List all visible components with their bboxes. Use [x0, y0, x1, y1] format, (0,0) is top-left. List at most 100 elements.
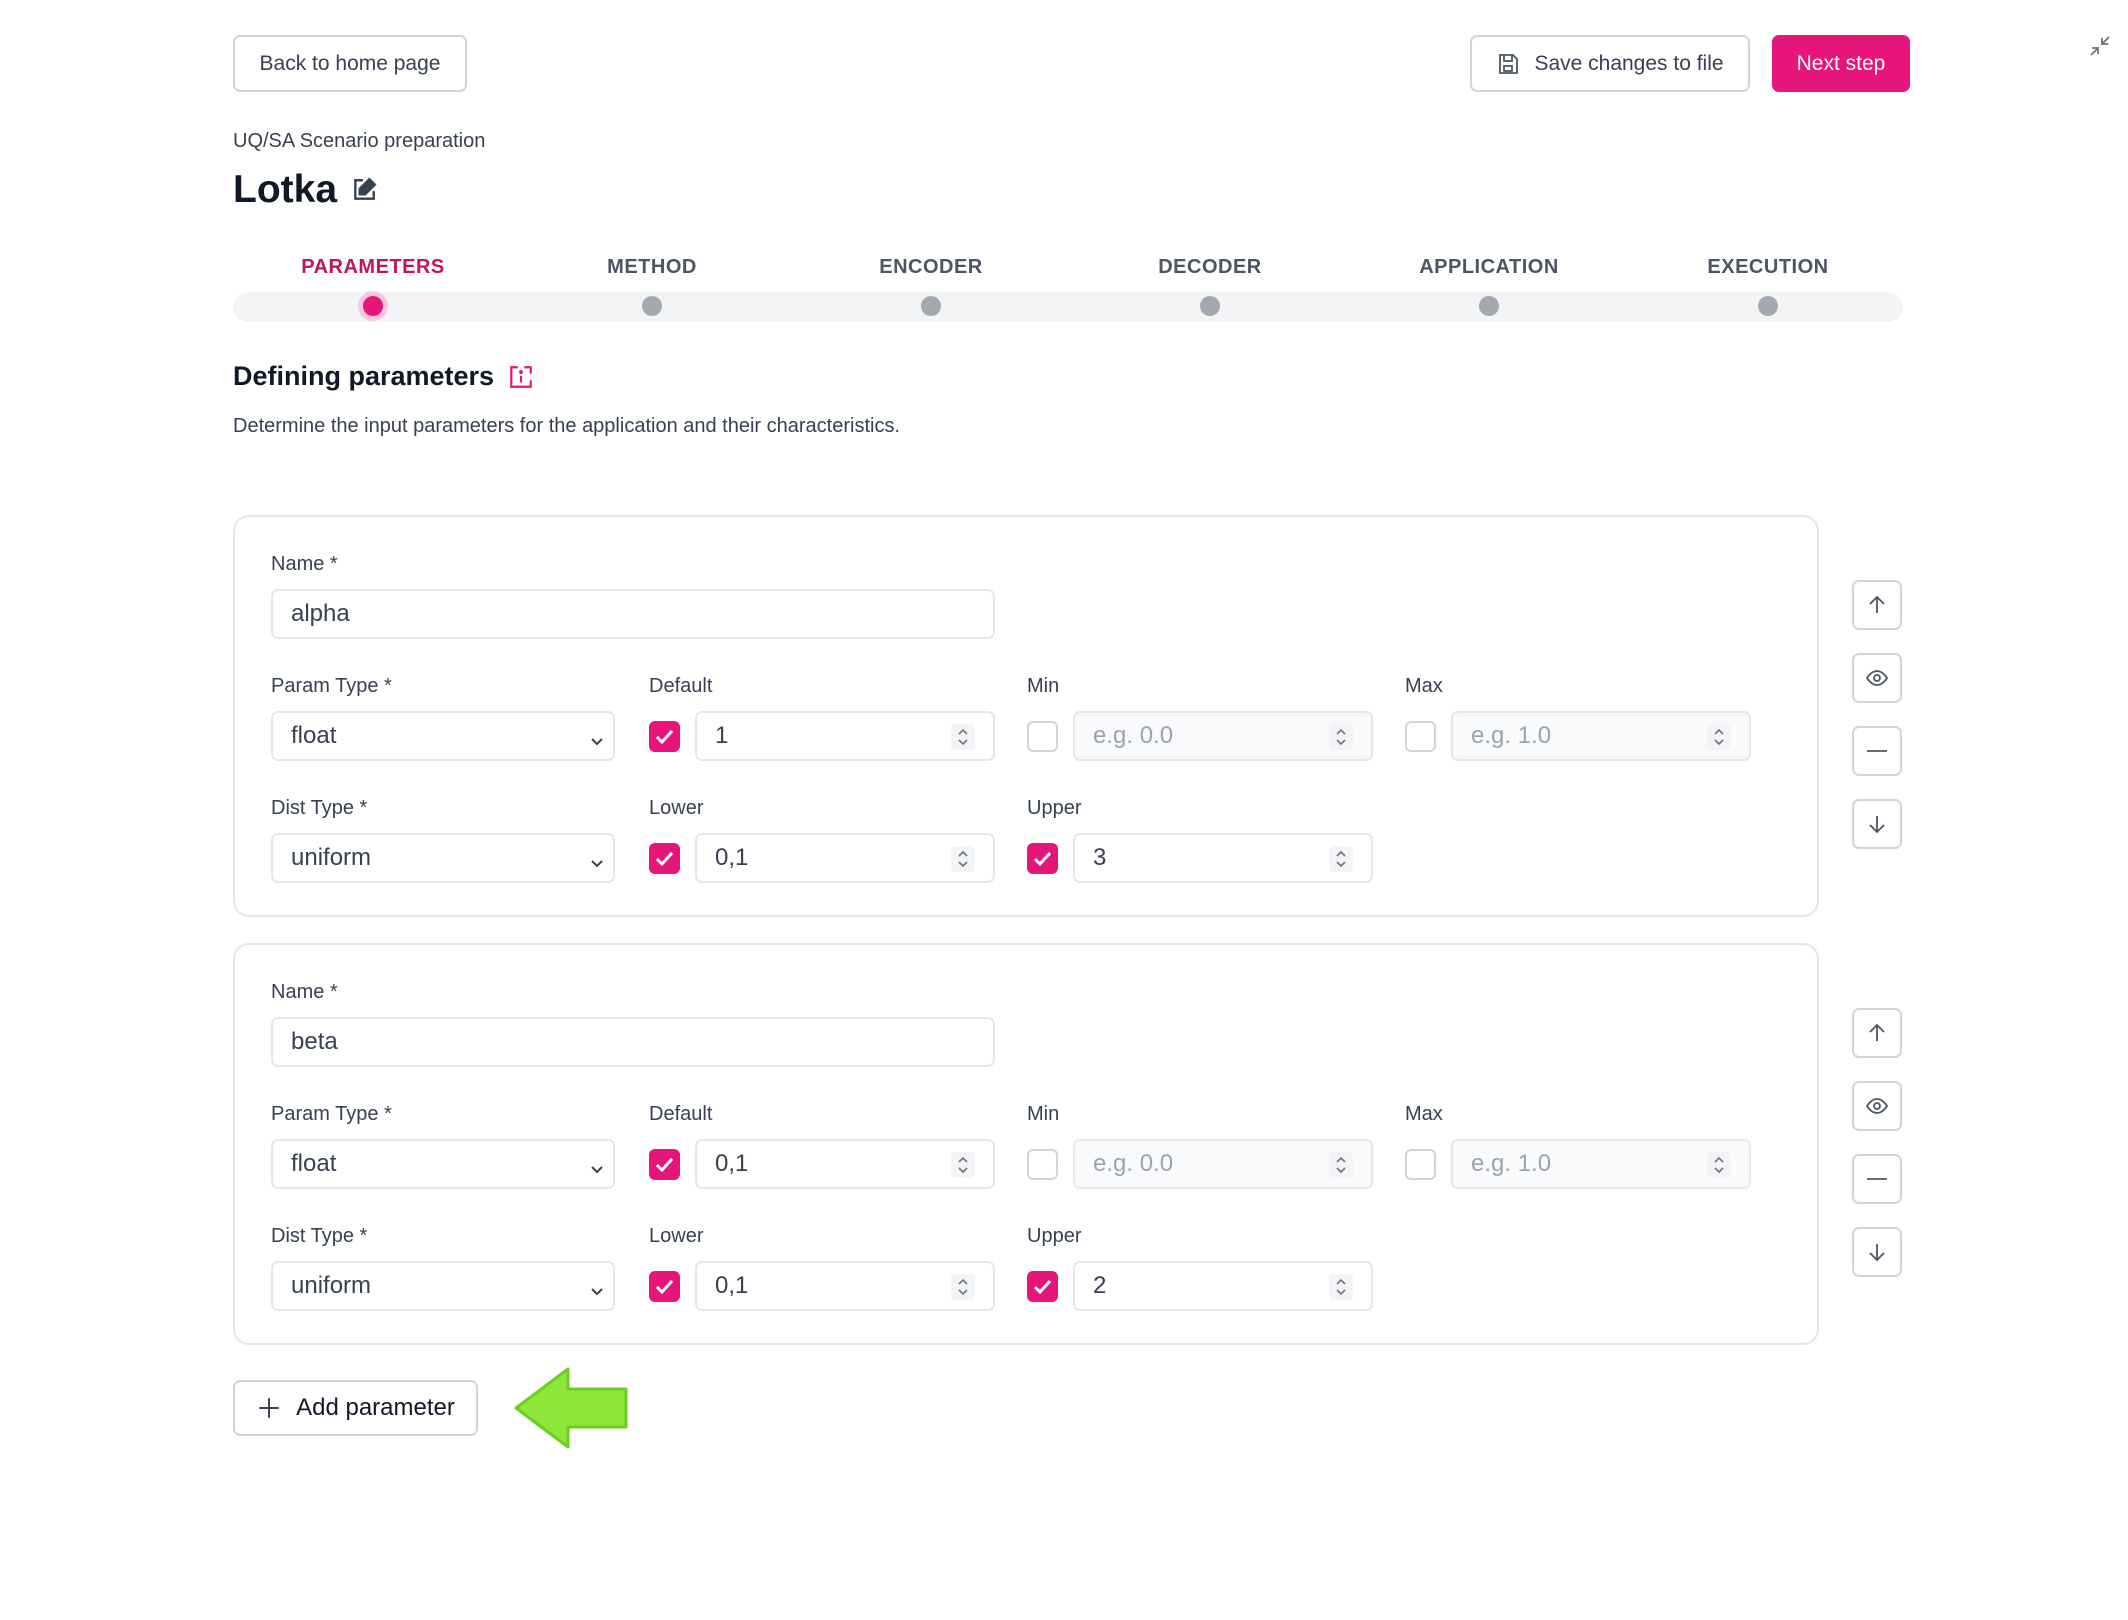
- name-value: beta: [291, 1028, 338, 1055]
- max-checkbox[interactable]: [1405, 1149, 1436, 1180]
- section-title-text: Defining parameters: [233, 361, 495, 391]
- next-step-label: Next step: [1796, 51, 1886, 75]
- remove-parameter-button[interactable]: [1852, 1154, 1902, 1204]
- lower-checkbox[interactable]: [649, 843, 680, 874]
- collapse-icon[interactable]: [2088, 34, 2112, 58]
- name-value: alpha: [291, 600, 350, 627]
- max-input[interactable]: e.g. 1.0: [1451, 1139, 1751, 1189]
- page-title: Lotka: [233, 168, 377, 212]
- upper-label: Upper: [1027, 797, 1082, 819]
- tab-method[interactable]: METHOD: [607, 256, 697, 279]
- stepper-icon[interactable]: [951, 846, 975, 872]
- stepper-icon[interactable]: [1707, 724, 1731, 750]
- upper-checkbox[interactable]: [1027, 843, 1058, 874]
- lower-checkbox[interactable]: [649, 1271, 680, 1302]
- preview-button[interactable]: [1852, 653, 1902, 703]
- upper-input[interactable]: 3: [1073, 833, 1373, 883]
- param-type-select[interactable]: float: [271, 711, 615, 761]
- save-changes-button[interactable]: Save changes to file: [1470, 35, 1750, 92]
- arrow-down-icon: [1869, 816, 1885, 834]
- stepper-icon[interactable]: [1329, 1274, 1353, 1300]
- tab-parameters[interactable]: PARAMETERS: [301, 256, 445, 279]
- stepper-icon[interactable]: [951, 1274, 975, 1300]
- stepper-icon[interactable]: [1329, 846, 1353, 872]
- section-title: Defining parameters: [233, 361, 534, 392]
- arrow-down-icon: [1869, 1244, 1885, 1262]
- max-input[interactable]: e.g. 1.0: [1451, 711, 1751, 761]
- preview-button[interactable]: [1852, 1081, 1902, 1131]
- name-label: Name *: [271, 553, 338, 575]
- move-down-button[interactable]: [1852, 1227, 1902, 1277]
- stepper-icon[interactable]: [951, 1152, 975, 1178]
- breadcrumb: UQ/SA Scenario preparation: [233, 130, 486, 152]
- min-checkbox[interactable]: [1027, 721, 1058, 752]
- tab-encoder[interactable]: ENCODER: [879, 256, 983, 279]
- default-checkbox[interactable]: [649, 1149, 680, 1180]
- upper-value: 3: [1093, 844, 1107, 871]
- lower-input[interactable]: 0,1: [695, 1261, 995, 1311]
- max-checkbox[interactable]: [1405, 721, 1436, 752]
- min-checkbox[interactable]: [1027, 1149, 1058, 1180]
- max-label: Max: [1405, 1103, 1443, 1125]
- stepper-icon[interactable]: [1329, 724, 1353, 750]
- parameter-card: Name * beta Param Type * float Default 0…: [233, 943, 1819, 1345]
- default-value: 0,1: [715, 1150, 749, 1177]
- min-input[interactable]: e.g. 0.0: [1073, 711, 1373, 761]
- edit-icon[interactable]: [351, 177, 377, 203]
- save-icon: [1499, 53, 1519, 74]
- next-step-button[interactable]: Next step: [1772, 35, 1910, 92]
- default-label: Default: [649, 675, 713, 697]
- dist-type-label: Dist Type *: [271, 797, 368, 819]
- dist-type-select[interactable]: uniform: [271, 1261, 615, 1311]
- param-type-value: float: [291, 722, 337, 749]
- step-dot-application[interactable]: [1479, 296, 1499, 316]
- arrow-up-icon: [1869, 595, 1885, 613]
- name-input[interactable]: beta: [271, 1017, 995, 1067]
- default-input[interactable]: 1: [695, 711, 995, 761]
- remove-parameter-button[interactable]: [1852, 726, 1902, 776]
- max-placeholder: e.g. 1.0: [1471, 722, 1552, 749]
- stepper-icon[interactable]: [1707, 1152, 1731, 1178]
- add-parameter-button[interactable]: Add parameter: [233, 1380, 478, 1436]
- upper-label: Upper: [1027, 1225, 1082, 1247]
- lower-label: Lower: [649, 1225, 704, 1247]
- add-parameter-label: Add parameter: [296, 1394, 455, 1421]
- stepper-icon[interactable]: [1329, 1152, 1353, 1178]
- default-input[interactable]: 0,1: [695, 1139, 995, 1189]
- upper-value: 2: [1093, 1272, 1107, 1299]
- back-to-home-label: Back to home page: [259, 51, 441, 75]
- info-icon[interactable]: [508, 364, 534, 390]
- tab-application[interactable]: APPLICATION: [1419, 256, 1559, 279]
- tab-decoder[interactable]: DECODER: [1158, 256, 1262, 279]
- move-up-button[interactable]: [1852, 1008, 1902, 1058]
- stepper-icon[interactable]: [951, 724, 975, 750]
- step-dot-method[interactable]: [642, 296, 662, 316]
- step-dot-decoder[interactable]: [1200, 296, 1220, 316]
- default-checkbox[interactable]: [649, 721, 680, 752]
- param-type-select[interactable]: float: [271, 1139, 615, 1189]
- step-dot-encoder[interactable]: [921, 296, 941, 316]
- upper-input[interactable]: 2: [1073, 1261, 1373, 1311]
- tab-execution[interactable]: EXECUTION: [1707, 256, 1828, 279]
- upper-checkbox[interactable]: [1027, 1271, 1058, 1302]
- chevron-down-icon: [589, 1278, 605, 1296]
- dist-type-value: uniform: [291, 844, 372, 871]
- section-description: Determine the input parameters for the a…: [233, 415, 901, 437]
- lower-input[interactable]: 0,1: [695, 833, 995, 883]
- back-to-home-button[interactable]: Back to home page: [233, 35, 467, 92]
- move-down-button[interactable]: [1852, 799, 1902, 849]
- step-dot-parameters[interactable]: [363, 296, 383, 316]
- save-changes-label: Save changes to file: [1534, 51, 1724, 75]
- param-type-label: Param Type *: [271, 675, 392, 697]
- min-placeholder: e.g. 0.0: [1093, 722, 1174, 749]
- min-input[interactable]: e.g. 0.0: [1073, 1139, 1373, 1189]
- default-label: Default: [649, 1103, 713, 1125]
- name-input[interactable]: alpha: [271, 589, 995, 639]
- chevron-down-icon: [589, 1156, 605, 1174]
- dist-type-select[interactable]: uniform: [271, 833, 615, 883]
- move-up-button[interactable]: [1852, 580, 1902, 630]
- min-label: Min: [1027, 1103, 1060, 1125]
- step-dot-execution[interactable]: [1758, 296, 1778, 316]
- eye-icon: [1865, 1098, 1889, 1114]
- parameter-card: Name * alpha Param Type * float Default …: [233, 515, 1819, 917]
